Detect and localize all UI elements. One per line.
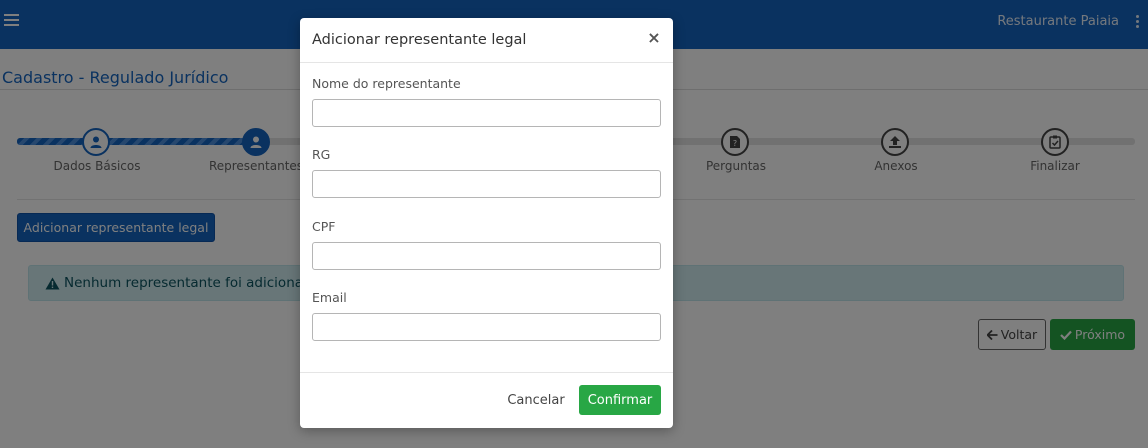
modal-header: Adicionar representante legal × (300, 18, 673, 63)
modal-title: Adicionar representante legal (312, 32, 527, 48)
add-representative-modal: Adicionar representante legal × Nome do … (300, 18, 673, 428)
name-label: Nome do representante (312, 76, 461, 91)
name-input[interactable] (312, 99, 661, 127)
modal-footer-divider (300, 372, 673, 373)
cpf-label: CPF (312, 219, 336, 234)
confirm-button[interactable]: Confirmar (579, 385, 661, 415)
rg-label: RG (312, 147, 331, 162)
email-label: Email (312, 290, 347, 305)
email-input[interactable] (312, 313, 661, 341)
cpf-input[interactable] (312, 242, 661, 270)
close-icon[interactable]: × (647, 29, 661, 47)
cancel-button[interactable]: Cancelar (504, 385, 568, 415)
rg-input[interactable] (312, 170, 661, 198)
